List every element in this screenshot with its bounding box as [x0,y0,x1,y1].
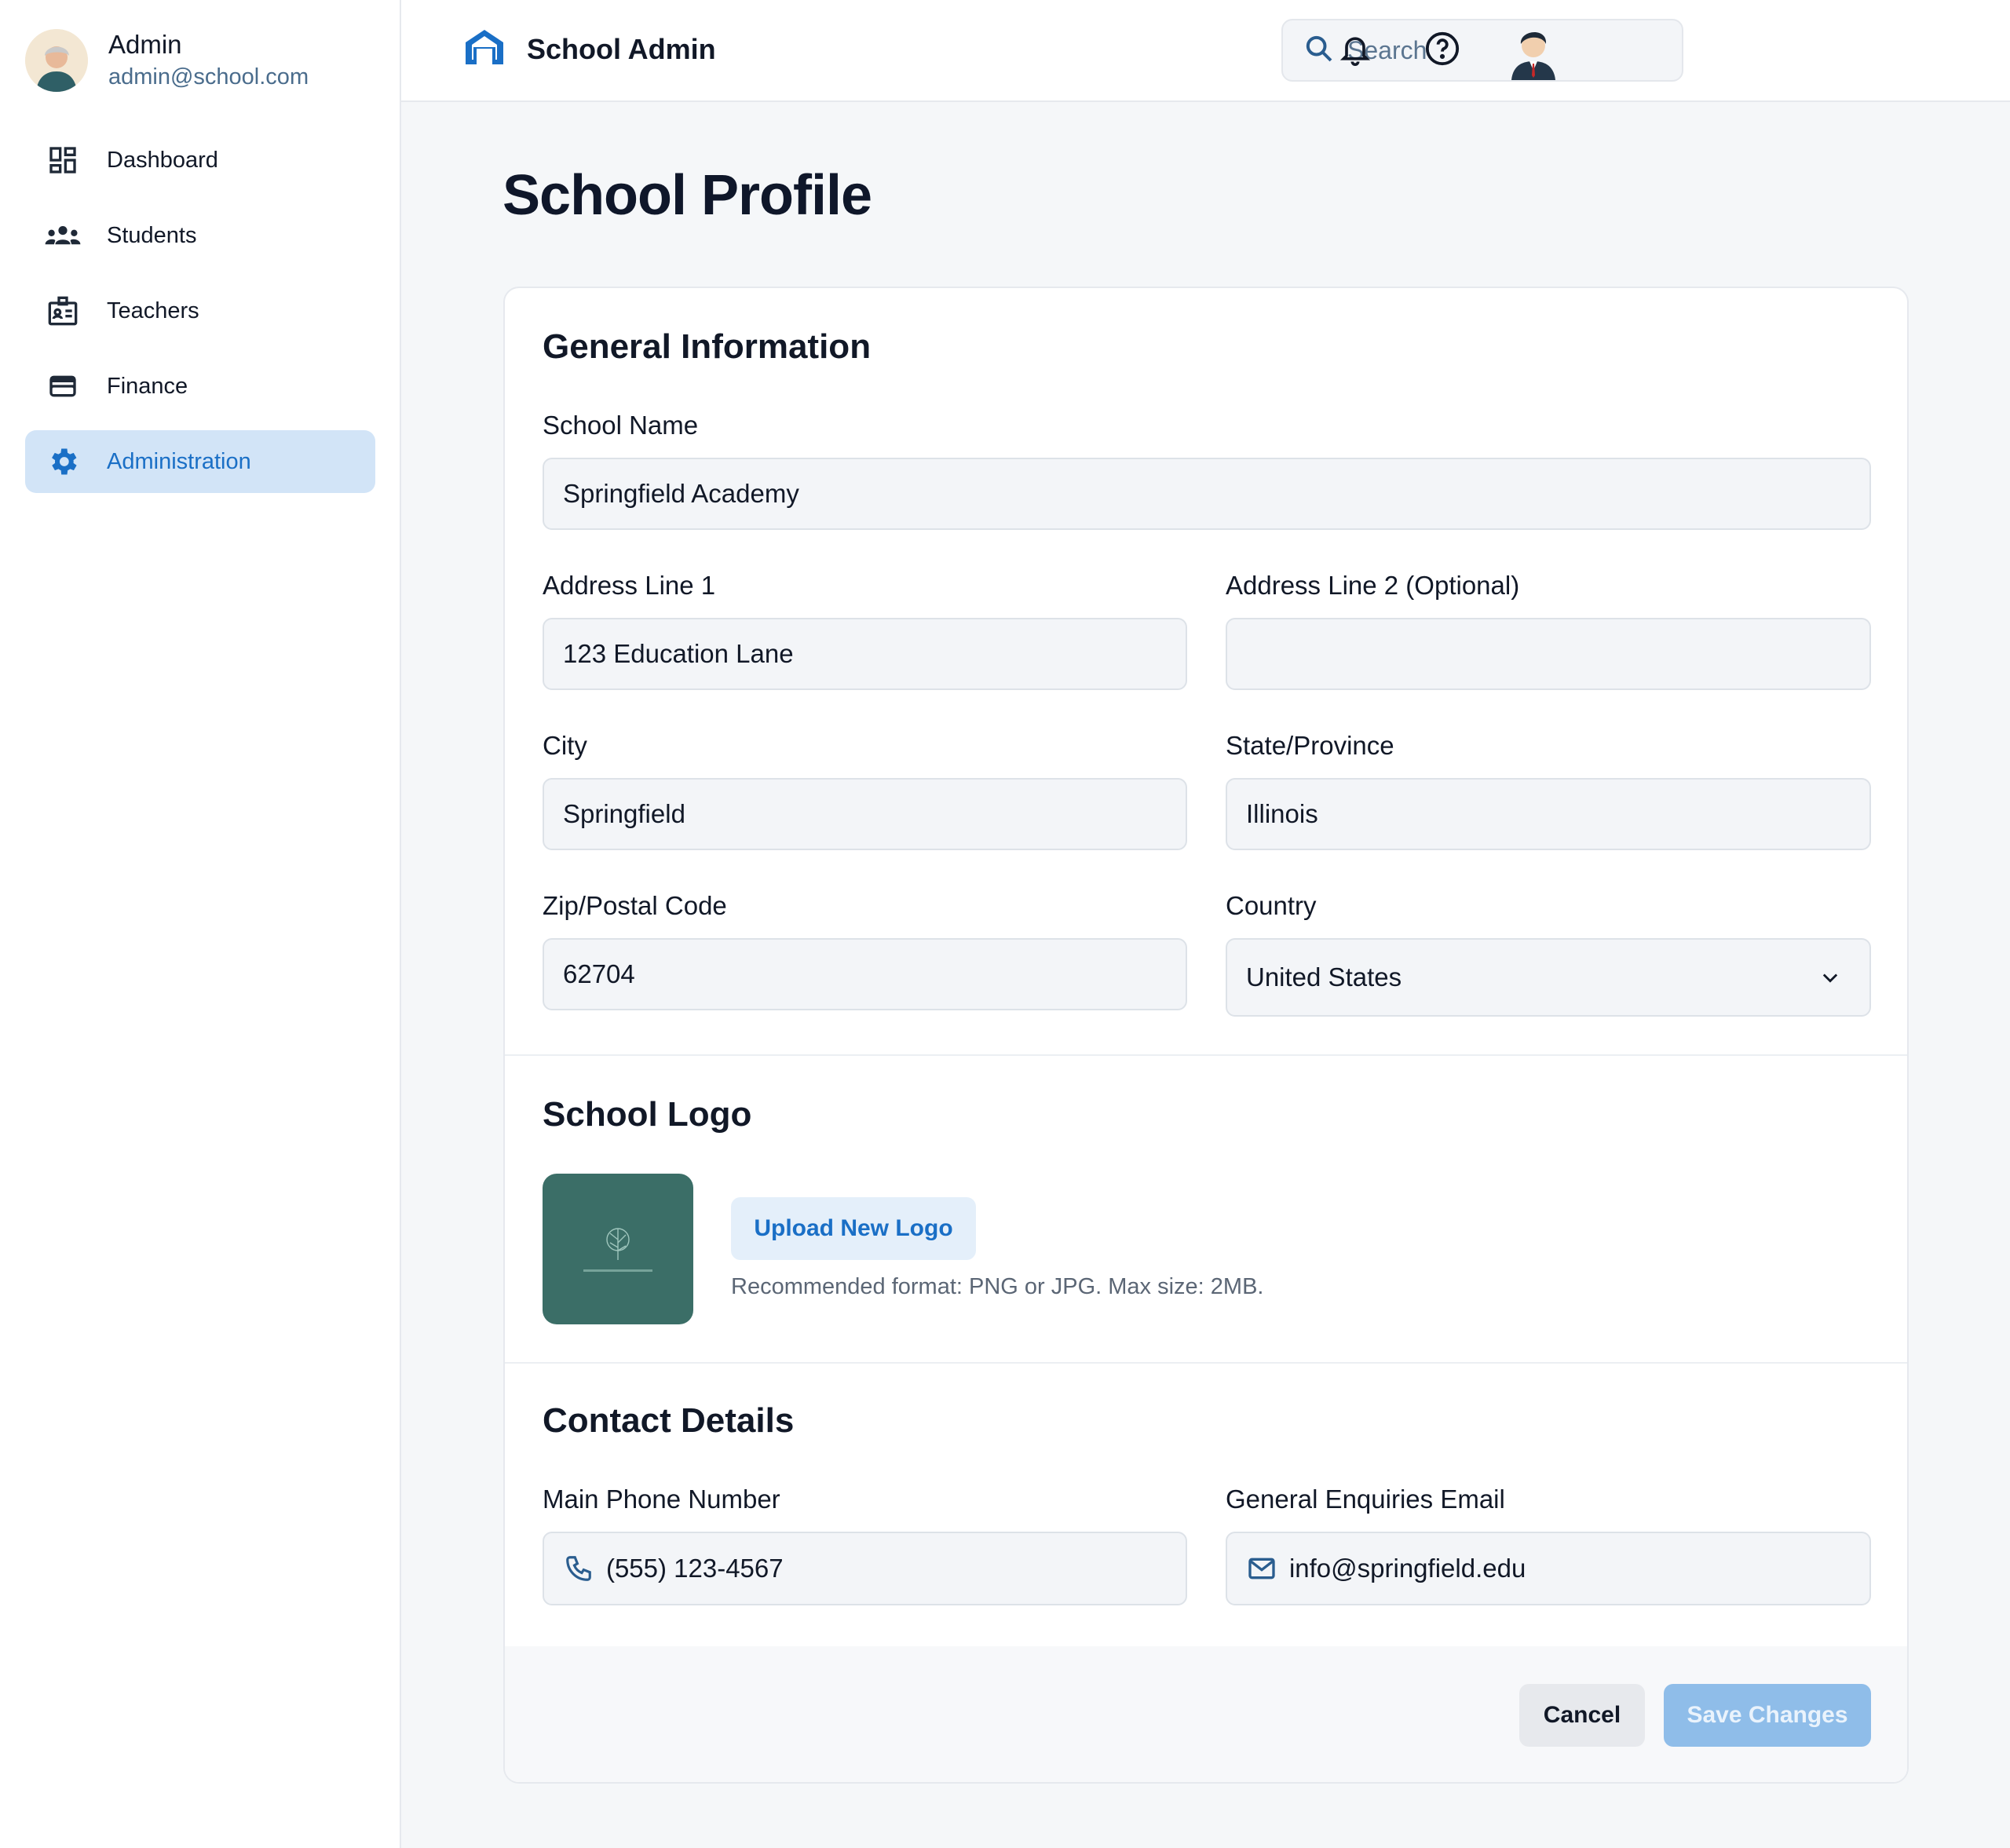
phone-input[interactable] [605,1554,1186,1583]
sidebar-item-label: Students [107,222,197,248]
school-name-field[interactable] [543,458,1871,530]
cancel-button[interactable]: Cancel [1519,1684,1645,1747]
chevron-down-icon [1819,966,1841,992]
school-logo-image [543,1174,693,1324]
city-label: City [543,731,587,760]
zip-label: Zip/Postal Code [543,891,727,920]
badge-icon [44,292,82,330]
user-email: admin@school.com [108,64,309,89]
account-avatar[interactable] [1502,19,1565,82]
country-selected-value: United States [1246,962,1402,992]
address-line-1-label: Address Line 1 [543,571,716,600]
group-icon [44,217,82,254]
email-field[interactable] [1226,1532,1871,1605]
state-input[interactable] [1246,799,1869,829]
sidebar-item-teachers[interactable]: Teachers [25,279,375,342]
country-label: Country [1226,891,1317,920]
sidebar-item-administration[interactable]: Administration [25,430,375,493]
sidebar-item-students[interactable]: Students [25,204,375,267]
school-name-label: School Name [543,411,699,440]
wallet-icon [44,367,82,405]
section-divider [505,1054,1907,1056]
country-select[interactable]: United States [1226,938,1871,1017]
sidebar-item-dashboard[interactable]: Dashboard [25,129,375,192]
address-line-1-input[interactable] [563,639,1186,669]
contact-details-title: Contact Details [543,1401,795,1440]
user-profile[interactable]: Admin admin@school.com [25,28,309,93]
city-field[interactable] [543,778,1187,850]
section-divider [505,1362,1907,1364]
address-line-2-field[interactable] [1226,618,1871,690]
general-info-title: General Information [543,327,872,366]
sidebar: Admin admin@school.com Dashboard Student… [0,0,401,1848]
mail-icon [1246,1551,1278,1586]
user-avatar [25,29,88,92]
zip-field[interactable] [543,938,1187,1010]
address-line-2-input[interactable] [1246,639,1869,669]
bell-icon [1338,31,1372,70]
phone-label: Main Phone Number [543,1485,780,1514]
city-input[interactable] [563,799,1186,829]
page-title: School Profile [502,164,872,227]
form-footer: Cancel Save Changes [505,1646,1907,1782]
help-circle-icon [1424,31,1460,71]
notifications-button[interactable] [1327,22,1383,79]
address-line-1-field[interactable] [543,618,1187,690]
state-field[interactable] [1226,778,1871,850]
sidebar-item-label: Finance [107,373,188,399]
save-changes-button[interactable]: Save Changes [1664,1684,1871,1747]
sidebar-item-label: Administration [107,448,251,474]
zip-input[interactable] [563,959,1186,989]
sidebar-nav: Dashboard Students Teachers Finance Admi… [25,129,375,506]
app-title: School Admin [527,32,716,65]
upload-hint: Recommended format: PNG or JPG. Max size… [731,1274,1264,1299]
dashboard-icon [44,141,82,179]
upload-logo-button[interactable]: Upload New Logo [731,1197,976,1260]
email-label: General Enquiries Email [1226,1485,1505,1514]
sidebar-item-finance[interactable]: Finance [25,355,375,418]
school-logo-title: School Logo [543,1095,752,1134]
top-header: School Admin [401,0,2010,102]
phone-icon [563,1551,595,1586]
sidebar-item-label: Teachers [107,298,199,323]
brand[interactable]: School Admin [464,28,716,70]
home-icon [464,28,505,70]
gear-icon [44,443,82,480]
state-label: State/Province [1226,731,1394,760]
address-line-2-label: Address Line 2 (Optional) [1226,571,1520,600]
email-input[interactable] [1288,1554,1869,1583]
help-button[interactable] [1414,22,1471,79]
school-name-input[interactable] [563,479,1869,509]
app-root: Admin admin@school.com Dashboard Student… [0,0,2010,1848]
user-name: Admin [108,30,182,59]
school-profile-card: General Information School Name Address … [503,287,1909,1784]
phone-field[interactable] [543,1532,1187,1605]
sidebar-item-label: Dashboard [107,147,218,173]
